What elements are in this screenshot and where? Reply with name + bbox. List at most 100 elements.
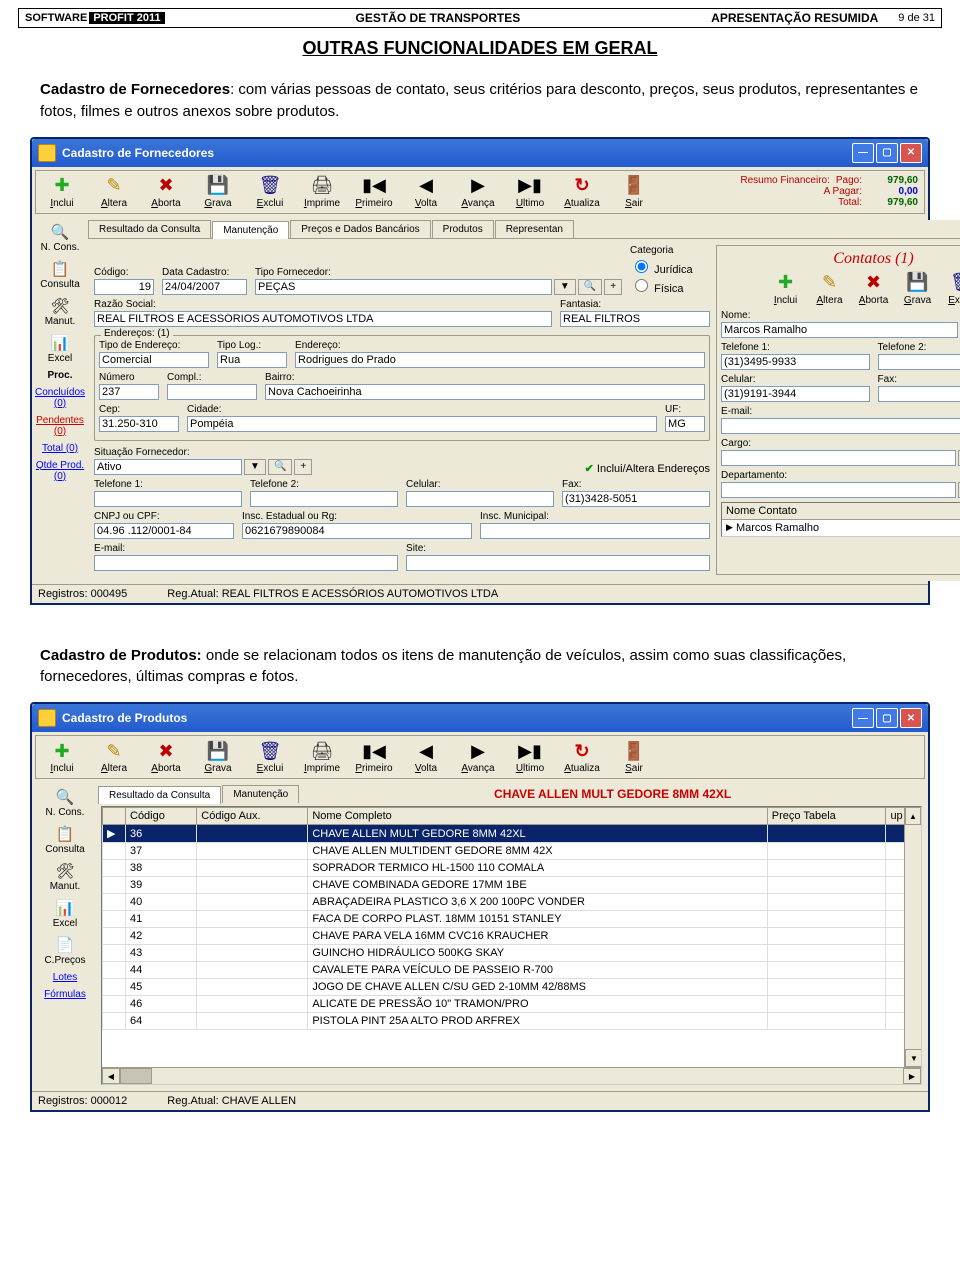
volta-button[interactable]: ◀Volta	[405, 175, 447, 209]
primeiro-button[interactable]: ▮◀Primeiro	[353, 740, 395, 774]
avanca-button[interactable]: ▶Avança	[457, 175, 499, 209]
ie-input[interactable]	[242, 523, 472, 539]
inclui-button[interactable]: ✚Inclui	[41, 175, 83, 209]
tipo-endereco-input[interactable]	[99, 352, 209, 368]
left-concl[interactable]: Concluídos (0)	[35, 387, 85, 409]
table-row[interactable]: 37CHAVE ALLEN MULTIDENT GEDORE 8MM 42X	[103, 843, 921, 860]
fax-input[interactable]	[562, 491, 710, 507]
grid-header[interactable]: Preço Tabela	[767, 808, 886, 825]
atualiza-button[interactable]: ↻Atualiza	[561, 740, 603, 774]
table-row[interactable]: 44CAVALETE PARA VEÍCULO DE PASSEIO R-700	[103, 962, 921, 979]
minimize-button[interactable]: —	[852, 143, 874, 163]
c-grava-button[interactable]: 💾Grava	[899, 272, 937, 306]
radio-fisica[interactable]: Física	[630, 283, 683, 295]
c-inclui-button[interactable]: ✚Inclui	[767, 272, 805, 306]
dropdown-icon[interactable]: ▼	[554, 279, 576, 295]
contato-fax-input[interactable]	[878, 386, 960, 402]
inclui-altera-enderecos-link[interactable]: ✔ Inclui/Altera Endereços	[272, 462, 710, 475]
cnpj-input[interactable]	[94, 523, 234, 539]
email-input[interactable]	[94, 555, 398, 571]
titlebar[interactable]: Cadastro de Fornecedores — ▢ ✕	[32, 139, 928, 167]
razao-social-input[interactable]	[94, 311, 552, 327]
scroll-up-icon[interactable]: ▲	[905, 807, 921, 825]
close-button[interactable]: ✕	[900, 143, 922, 163]
scroll-down-icon[interactable]: ▼	[905, 1049, 921, 1067]
left-excel[interactable]: 📊Excel	[53, 898, 77, 929]
aborta-button[interactable]: ✖Aborta	[145, 740, 187, 774]
grava-button[interactable]: 💾Grava	[197, 175, 239, 209]
grid-header[interactable]: Código	[126, 808, 197, 825]
situacao-input[interactable]	[94, 459, 242, 475]
sair-button[interactable]: 🚪Sair	[613, 175, 655, 209]
maximize-button[interactable]: ▢	[876, 708, 898, 728]
contato-cargo-input[interactable]	[721, 450, 956, 466]
left-formulas[interactable]: Fórmulas	[44, 989, 86, 1000]
table-row[interactable]: 64PISTOLA PINT 25A ALTO PROD ARFREX	[103, 1013, 921, 1030]
atualiza-button[interactable]: ↻Atualiza	[561, 175, 603, 209]
c-altera-button[interactable]: ✎Altera	[811, 272, 849, 306]
bairro-input[interactable]	[265, 384, 705, 400]
avanca-button[interactable]: ▶Avança	[457, 740, 499, 774]
table-row[interactable]: 38SOPRADOR TERMICO HL-1500 110 COMALA	[103, 860, 921, 877]
endereco-input[interactable]	[295, 352, 705, 368]
uf-input[interactable]	[665, 416, 705, 432]
scroll-thumb[interactable]	[120, 1068, 152, 1084]
exclui-button[interactable]: 🗑Exclui	[249, 175, 291, 209]
tab-3[interactable]: Produtos	[432, 220, 494, 238]
tab-2[interactable]: Preços e Dados Bancários	[290, 220, 430, 238]
telefone1-input[interactable]	[94, 491, 242, 507]
horizontal-scrollbar[interactable]: ◀ ▶	[102, 1067, 921, 1084]
compl-input[interactable]	[167, 384, 257, 400]
left-ncons[interactable]: 🔍N. Cons.	[41, 222, 80, 253]
left-excel[interactable]: 📊Excel	[48, 333, 72, 364]
dropdown-icon[interactable]: ▼	[244, 459, 266, 475]
contato-tel2-input[interactable]	[878, 354, 960, 370]
search-icon[interactable]: 🔍	[578, 279, 602, 295]
imprime-button[interactable]: 🖨Imprime	[301, 175, 343, 209]
table-row[interactable]: 43GUINCHO HIDRÁULICO 500KG SKAY	[103, 945, 921, 962]
left-cprecos[interactable]: 📄C.Preços	[44, 935, 85, 966]
contato-row[interactable]: Marcos Ramalho	[722, 520, 960, 536]
table-row[interactable]: ▶36CHAVE ALLEN MULT GEDORE 8MM 42XL	[103, 825, 921, 843]
left-pend[interactable]: Pendentes (0)	[35, 415, 85, 437]
tab-1[interactable]: Manutenção	[212, 221, 289, 239]
table-row[interactable]: 46ALICATE DE PRESSÃO 10" TRAMON/PRO	[103, 996, 921, 1013]
left-manut[interactable]: 🛠Manut.	[50, 861, 81, 892]
table-row[interactable]: 40ABRAÇADEIRA PLASTICO 3,6 X 200 100PC V…	[103, 894, 921, 911]
contato-departamento-input[interactable]	[721, 482, 956, 498]
ultimo-button[interactable]: ▶▮Ultimo	[509, 175, 551, 209]
exclui-button[interactable]: 🗑Exclui	[249, 740, 291, 774]
ultimo-button[interactable]: ▶▮Ultimo	[509, 740, 551, 774]
left-ncons[interactable]: 🔍N. Cons.	[46, 787, 85, 818]
left-manut[interactable]: 🛠Manut.	[45, 296, 76, 327]
telefone2-input[interactable]	[250, 491, 398, 507]
contato-email-input[interactable]	[721, 418, 960, 434]
tab-0[interactable]: Resultado da Consulta	[98, 786, 221, 804]
sair-button[interactable]: 🚪Sair	[613, 740, 655, 774]
inclui-button[interactable]: ✚Inclui	[41, 740, 83, 774]
contato-nome-input[interactable]	[721, 322, 958, 338]
table-row[interactable]: 39CHAVE COMBINADA GEDORE 17MM 1BE	[103, 877, 921, 894]
tab-1[interactable]: Manutenção	[222, 785, 299, 803]
contato-celular-input[interactable]	[721, 386, 870, 402]
contato-tel1-input[interactable]	[721, 354, 870, 370]
altera-button[interactable]: ✎Altera	[93, 175, 135, 209]
data-cadastro-input[interactable]	[162, 279, 247, 295]
left-qtde[interactable]: Qtde Prod. (0)	[35, 460, 85, 482]
tab-4[interactable]: Representan	[495, 220, 574, 238]
aborta-button[interactable]: ✖Aborta	[145, 175, 187, 209]
codigo-input[interactable]	[94, 279, 154, 295]
tipo-log-input[interactable]	[217, 352, 287, 368]
c-exclui-button[interactable]: 🗑Exclui	[943, 272, 960, 306]
volta-button[interactable]: ◀Volta	[405, 740, 447, 774]
cep-input[interactable]	[99, 416, 179, 432]
im-input[interactable]	[480, 523, 710, 539]
celular-input[interactable]	[406, 491, 554, 507]
maximize-button[interactable]: ▢	[876, 143, 898, 163]
radio-juridica[interactable]: Jurídica	[630, 264, 693, 276]
tab-0[interactable]: Resultado da Consulta	[88, 220, 211, 238]
imprime-button[interactable]: 🖨Imprime	[301, 740, 343, 774]
grid-header[interactable]: Código Aux.	[197, 808, 308, 825]
site-input[interactable]	[406, 555, 710, 571]
table-row[interactable]: 42CHAVE PARA VELA 16MM CVC16 KRAUCHER	[103, 928, 921, 945]
